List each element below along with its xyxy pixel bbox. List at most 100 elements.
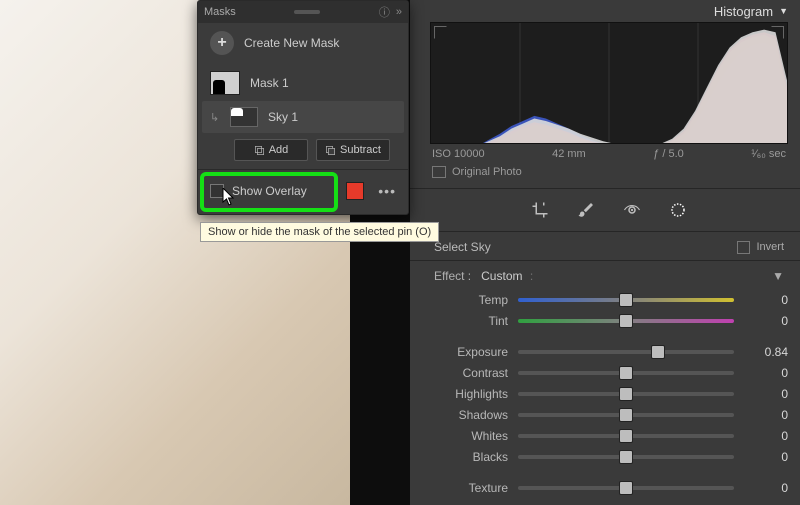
slider-temp[interactable]: Temp 0 [430, 289, 788, 310]
slider-track[interactable] [518, 298, 734, 302]
slider-whites[interactable]: Whites 0 [430, 425, 788, 446]
subtract-button-label: Subtract [340, 144, 381, 156]
slider-value: 0.84 [734, 345, 788, 359]
effect-label: Effect : [434, 269, 471, 283]
tooltip: Show or hide the mask of the selected pi… [200, 222, 439, 242]
create-mask-label: Create New Mask [244, 36, 339, 50]
checkbox-icon[interactable] [737, 241, 750, 254]
slider-shadows[interactable]: Shadows 0 [430, 404, 788, 425]
slider-knob-icon[interactable] [619, 481, 633, 495]
slider-track[interactable] [518, 455, 734, 459]
slider-texture[interactable]: Texture 0 [430, 477, 788, 498]
slider-track[interactable] [518, 319, 734, 323]
info-icon[interactable]: ⓘ [379, 4, 390, 20]
exif-focal: 42 mm [552, 148, 586, 160]
masks-panel-header[interactable]: Masks ⓘ » [198, 1, 408, 23]
effect-row[interactable]: Effect : Custom : ▼ [430, 263, 788, 287]
slider-track[interactable] [518, 350, 734, 354]
slider-track[interactable] [518, 392, 734, 396]
slider-group: Temp0Tint0Exposure0.84Contrast0Highlight… [430, 287, 788, 498]
mask-item-label: Mask 1 [250, 76, 289, 90]
drag-grip-icon[interactable] [294, 10, 320, 14]
create-new-mask-row[interactable]: + Create New Mask [210, 31, 396, 55]
link-icon: ↳ [210, 111, 220, 124]
slider-track[interactable] [518, 371, 734, 375]
mask-tool-icon[interactable] [669, 201, 687, 219]
slider-track[interactable] [518, 413, 734, 417]
show-overlay-label: Show Overlay [232, 184, 307, 198]
slider-value: 0 [734, 481, 788, 495]
add-shape-icon [254, 145, 265, 156]
slider-value: 0 [734, 408, 788, 422]
slider-track[interactable] [518, 486, 734, 490]
exif-aperture: ƒ / 5.0 [653, 148, 684, 160]
slider-knob-icon[interactable] [651, 345, 665, 359]
effect-value: Custom [481, 269, 522, 283]
exif-row: ISO 10000 42 mm ƒ / 5.0 ¹⁄₆₀ sec [430, 144, 788, 164]
subtract-shape-icon [325, 145, 336, 156]
collapse-chevron-icon[interactable]: » [396, 6, 402, 18]
effect-dropdown[interactable]: Custom : [481, 269, 533, 283]
original-photo-toggle[interactable]: Original Photo [430, 164, 788, 186]
slider-label: Whites [430, 429, 518, 443]
right-panel: Histogram ▼ ISO 10000 42 mm ƒ / 5.0 ¹⁄₆₀… [410, 0, 800, 505]
mask-item-mask1[interactable]: Mask 1 [210, 65, 396, 101]
invert-toggle[interactable]: Invert [737, 241, 784, 254]
slider-highlights[interactable]: Highlights 0 [430, 383, 788, 404]
effect-sep: : [530, 269, 533, 283]
show-overlay-row[interactable]: Show Overlay ••• [210, 178, 396, 204]
slider-value: 0 [734, 293, 788, 307]
slider-knob-icon[interactable] [619, 387, 633, 401]
masks-panel: Masks ⓘ » + Create New Mask Mask 1 ↳ Sky… [197, 0, 409, 215]
cursor-icon [222, 188, 236, 209]
slider-value: 0 [734, 314, 788, 328]
slider-label: Texture [430, 481, 518, 495]
disclosure-icon[interactable]: ▼ [779, 6, 788, 16]
histogram-header[interactable]: Histogram ▼ [430, 0, 788, 22]
slider-label: Exposure [430, 345, 518, 359]
divider [198, 169, 408, 170]
add-button-label: Add [269, 144, 289, 156]
slider-exposure[interactable]: Exposure 0.84 [430, 341, 788, 362]
slider-track[interactable] [518, 434, 734, 438]
divider [410, 231, 800, 232]
slider-value: 0 [734, 387, 788, 401]
invert-label: Invert [756, 241, 784, 253]
slider-value: 0 [734, 366, 788, 380]
plus-icon[interactable]: + [210, 31, 234, 55]
slider-knob-icon[interactable] [619, 293, 633, 307]
more-icon[interactable]: ••• [378, 183, 396, 199]
slider-label: Shadows [430, 408, 518, 422]
slider-value: 0 [734, 429, 788, 443]
mask-item-sky1[interactable]: ↳ Sky 1 [202, 101, 404, 133]
slider-label: Temp [430, 293, 518, 307]
masks-title: Masks [204, 6, 236, 18]
slider-blacks[interactable]: Blacks0 [430, 446, 788, 467]
heal-tool-icon[interactable] [577, 201, 595, 219]
crop-tool-icon[interactable] [531, 201, 549, 219]
select-sky-label: Select Sky [434, 240, 491, 254]
tool-strip [430, 191, 788, 229]
redeye-tool-icon[interactable] [623, 201, 641, 219]
slider-contrast[interactable]: Contrast 0 [430, 362, 788, 383]
slider-knob-icon[interactable] [619, 366, 633, 380]
disclosure-icon[interactable]: ▼ [772, 269, 784, 283]
slider-label: Highlights [430, 387, 518, 401]
histogram-plot[interactable] [430, 22, 788, 144]
slider-knob-icon[interactable] [619, 314, 633, 328]
slider-label: Tint [430, 314, 518, 328]
slider-knob-icon[interactable] [619, 429, 633, 443]
slider-knob-icon[interactable] [619, 408, 633, 422]
divider [410, 260, 800, 261]
mask-selection-row: Select Sky Invert [430, 234, 788, 258]
subtract-mask-button[interactable]: Subtract [316, 139, 390, 161]
add-mask-button[interactable]: Add [234, 139, 308, 161]
overlay-color-swatch[interactable] [346, 182, 364, 200]
slider-knob-icon[interactable] [619, 450, 633, 464]
slider-tint[interactable]: Tint 0 [430, 310, 788, 331]
slider-label: Contrast [430, 366, 518, 380]
slider-label: Blacks [430, 450, 518, 464]
exif-iso: ISO 10000 [432, 148, 485, 160]
exif-shutter: ¹⁄₆₀ sec [751, 148, 786, 160]
checkbox-icon[interactable] [432, 166, 446, 178]
